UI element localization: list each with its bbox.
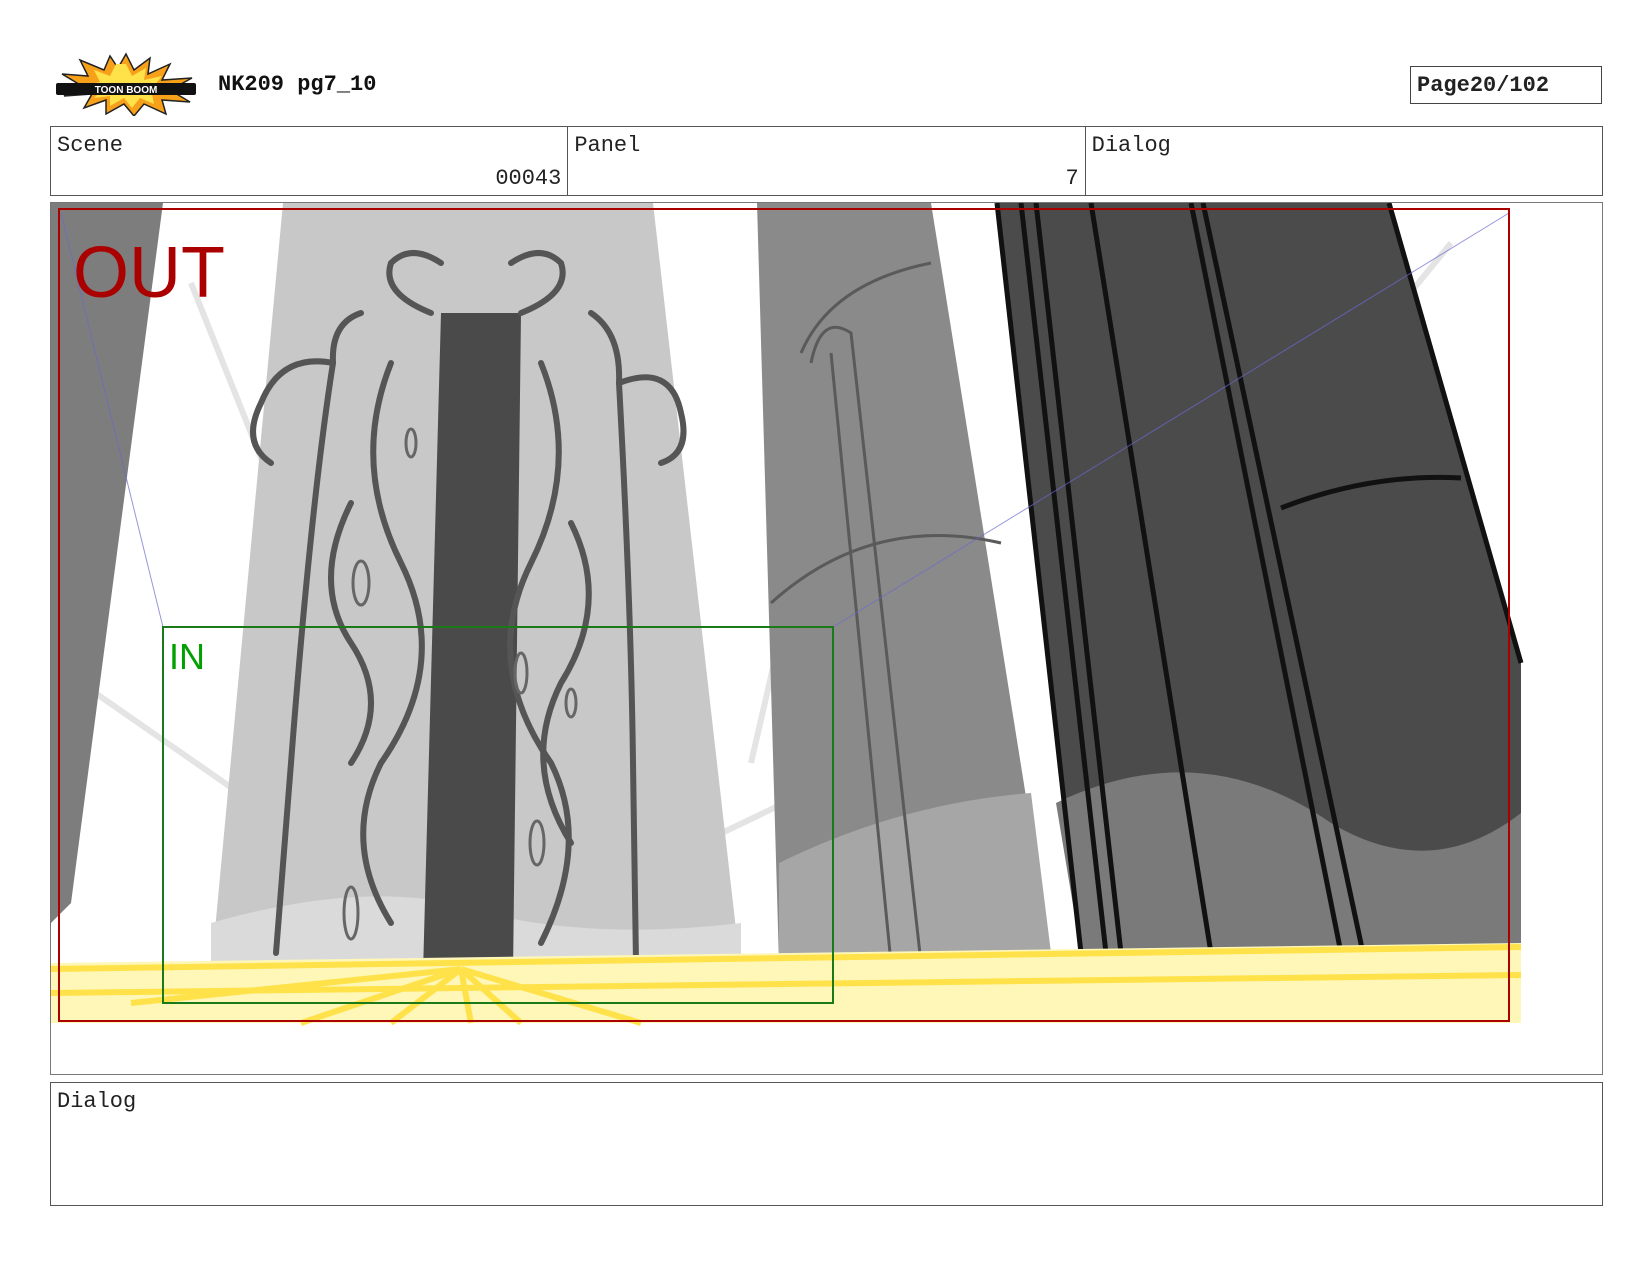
- page-indicator: Page 20/102: [1410, 66, 1602, 104]
- dialog-header-label: Dialog: [1091, 133, 1171, 158]
- logo-text: TOON BOOM: [95, 85, 158, 96]
- out-label: OUT: [73, 233, 225, 313]
- dialog-cell: Dialog: [1086, 127, 1602, 195]
- panel-value: 7: [1065, 166, 1079, 191]
- dialog-box: Dialog: [50, 1082, 1603, 1206]
- scene-value: 00043: [495, 166, 562, 191]
- in-label: IN: [169, 636, 205, 677]
- dialog-label: Dialog: [57, 1089, 137, 1114]
- document-title: NK209 pg7_10: [218, 72, 377, 97]
- toon-boom-logo-icon: TOON BOOM: [54, 52, 198, 118]
- scene-label: Scene: [57, 133, 124, 158]
- panel-label: Panel: [574, 133, 641, 158]
- info-table: Scene 00043 Panel 7 Dialog: [50, 126, 1603, 196]
- panel-cell: Panel 7: [568, 127, 1086, 195]
- storyboard-panel: OUT IN: [50, 202, 1603, 1075]
- page-number: 20/102: [1469, 72, 1550, 98]
- page-label: Page: [1417, 72, 1470, 98]
- scene-cell: Scene 00043: [51, 127, 569, 195]
- panel-artwork: OUT IN: [51, 203, 1601, 1073]
